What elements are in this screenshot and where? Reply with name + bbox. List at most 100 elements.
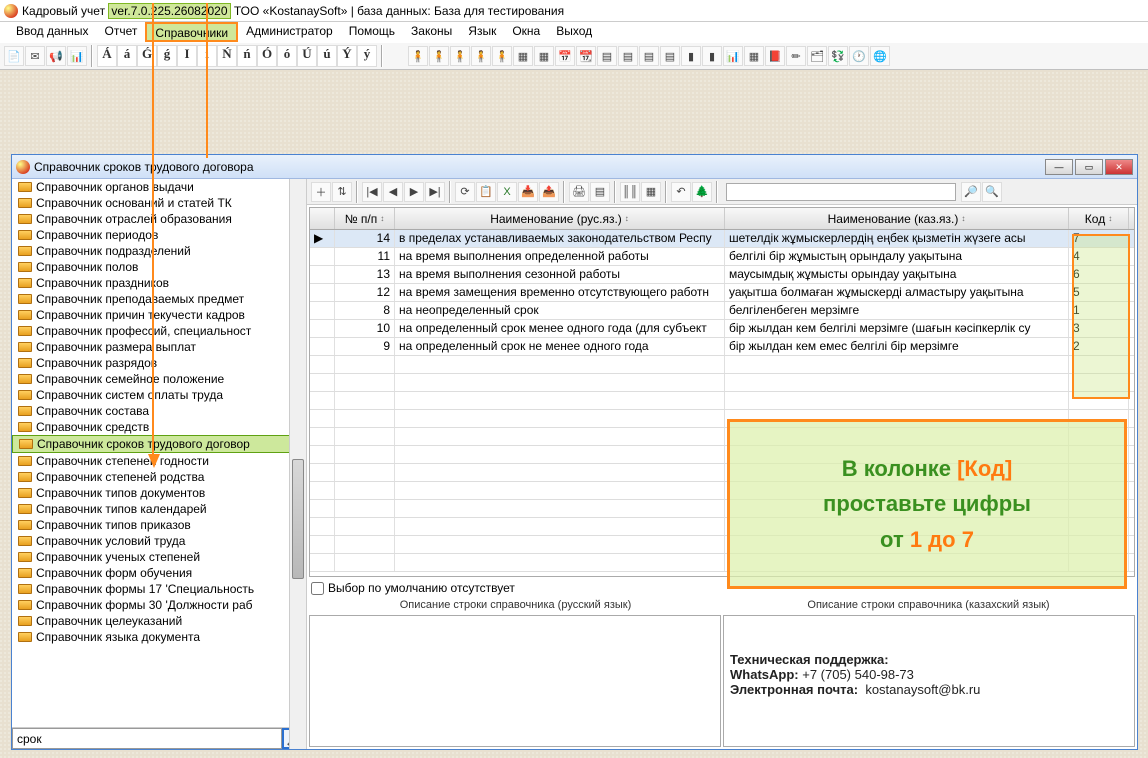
tree-item[interactable]: Справочник причин текучести кадров (12, 307, 306, 323)
tree-item[interactable]: Справочник формы 30 'Должности раб (12, 597, 306, 613)
tree-item[interactable]: Справочник оснований и статей ТК (12, 195, 306, 211)
toolbar-icon-18[interactable]: ✏ (786, 46, 806, 66)
maximize-button[interactable]: ▭ (1075, 159, 1103, 175)
menu-exit[interactable]: Выход (548, 22, 600, 42)
menu-help[interactable]: Помощь (341, 22, 403, 42)
tree-item[interactable]: Справочник средств (12, 419, 306, 435)
tree-item[interactable]: Справочник семейное положение (12, 371, 306, 387)
toolbar-icon-22[interactable]: 🌐 (870, 46, 890, 66)
menu-directories[interactable]: Справочники (145, 22, 238, 42)
find-icon[interactable]: 🔎 (961, 182, 981, 202)
toolbar-icon-11[interactable]: ▤ (639, 46, 659, 66)
copy-icon[interactable]: 📋 (476, 182, 496, 202)
table-row[interactable]: 10на определенный срок менее одного года… (310, 320, 1134, 338)
tree-item[interactable]: Справочник состава (12, 403, 306, 419)
toolbar-icon-3[interactable]: 🧍 (471, 46, 491, 66)
menu-admin[interactable]: Администратор (238, 22, 341, 42)
desc-kaz-box[interactable]: Техническая поддержка: WhatsApp: +7 (705… (723, 615, 1135, 747)
tree-item[interactable]: Справочник отраслей образования (12, 211, 306, 227)
menu-report[interactable]: Отчет (97, 22, 146, 42)
tree-item[interactable]: Справочник условий труда (12, 533, 306, 549)
toolbar-icon-21[interactable]: 🕐 (849, 46, 869, 66)
prev-icon[interactable]: ◀ (383, 182, 403, 202)
table-row[interactable]: 8на неопределенный срокбелгіленбеген мер… (310, 302, 1134, 320)
tree-item[interactable]: Справочник степеней родства (12, 469, 306, 485)
col-code[interactable]: Код↕ (1069, 208, 1129, 229)
toolbar-icon-10[interactable]: ▤ (618, 46, 638, 66)
tree-item[interactable]: Справочник полов (12, 259, 306, 275)
add-icon[interactable]: ＋ (311, 182, 331, 202)
char-Ǵ[interactable]: Ǵ (137, 45, 157, 67)
table-row[interactable]: 12на время замещения временно отсутствую… (310, 284, 1134, 302)
toolbar-icon-17[interactable]: 📕 (765, 46, 785, 66)
tree-scrollbar[interactable] (289, 179, 306, 749)
cell-code[interactable]: 1 (1069, 302, 1129, 319)
char-ı[interactable]: ı (197, 45, 217, 67)
char-Ń[interactable]: Ń (217, 45, 237, 67)
char-Á[interactable]: Á (97, 45, 117, 67)
toolbar-icon-14[interactable]: ▮ (702, 46, 722, 66)
tb-doc-icon[interactable]: 📄 (4, 46, 24, 66)
close-button[interactable]: ✕ (1105, 159, 1133, 175)
minimize-button[interactable]: — (1045, 159, 1073, 175)
menu-lang[interactable]: Язык (460, 22, 504, 42)
char-á[interactable]: á (117, 45, 137, 67)
toolbar-icon-4[interactable]: 🧍 (492, 46, 512, 66)
toolbar-icon-15[interactable]: 📊 (723, 46, 743, 66)
char-Ú[interactable]: Ú (297, 45, 317, 67)
menu-laws[interactable]: Законы (403, 22, 460, 42)
tree-item[interactable]: Справочник типов календарей (12, 501, 306, 517)
undo-icon[interactable]: ↶ (671, 182, 691, 202)
find-next-icon[interactable]: 🔍 (982, 182, 1002, 202)
table-row[interactable]: 13на время выполнения сезонной работымау… (310, 266, 1134, 284)
tb-stats-icon[interactable]: 📊 (67, 46, 87, 66)
print-icon[interactable]: 🖨 (569, 182, 589, 202)
default-checkbox[interactable] (311, 582, 324, 595)
first-icon[interactable]: |◀ (362, 182, 382, 202)
barcode-icon[interactable]: ║║ (620, 182, 640, 202)
filter-icon[interactable]: ▤ (590, 182, 610, 202)
tree-item[interactable]: Справочник сроков трудового договор (12, 435, 306, 453)
toolbar-icon-13[interactable]: ▮ (681, 46, 701, 66)
desc-rus-box[interactable] (309, 615, 721, 747)
tree-item[interactable]: Справочник формы 17 'Специальность (12, 581, 306, 597)
char-ń[interactable]: ń (237, 45, 257, 67)
toolbar-icon-5[interactable]: ▦ (513, 46, 533, 66)
char-Ý[interactable]: Ý (337, 45, 357, 67)
char-I[interactable]: I (177, 45, 197, 67)
toolbar-icon-0[interactable]: 🧍 (408, 46, 428, 66)
toolbar-icon-2[interactable]: 🧍 (450, 46, 470, 66)
table-row[interactable]: 11на время выполнения определенной работ… (310, 248, 1134, 266)
char-ý[interactable]: ý (357, 45, 377, 67)
tree-item[interactable]: Справочник преподаваемых предмет (12, 291, 306, 307)
tree-item[interactable]: Справочник разрядов (12, 355, 306, 371)
toolbar-icon-19[interactable]: 🗂 (807, 46, 827, 66)
export-icon[interactable]: 📤 (539, 182, 559, 202)
col-name-kaz[interactable]: Наименование (каз.яз.)↕ (725, 208, 1069, 229)
menu-input[interactable]: Ввод данных (8, 22, 97, 42)
tree-item[interactable]: Справочник языка документа (12, 629, 306, 645)
cell-code[interactable]: 2 (1069, 338, 1129, 355)
tb-mail-icon[interactable]: ✉ (25, 46, 45, 66)
toolbar-icon-8[interactable]: 📆 (576, 46, 596, 66)
tree-item[interactable]: Справочник периодов (12, 227, 306, 243)
col-number[interactable]: № п/п↕ (335, 208, 395, 229)
tree-item[interactable]: Справочник профессий, специальност (12, 323, 306, 339)
tree-item[interactable]: Справочник целеуказаний (12, 613, 306, 629)
directory-tree[interactable]: Справочник органов выдачиСправочник осно… (12, 179, 306, 727)
import-icon[interactable]: 📥 (518, 182, 538, 202)
cell-code[interactable]: 5 (1069, 284, 1129, 301)
tree-item[interactable]: Справочник подразделений (12, 243, 306, 259)
char-Ó[interactable]: Ó (257, 45, 277, 67)
toolbar-icon-20[interactable]: 💱 (828, 46, 848, 66)
cell-code[interactable]: 6 (1069, 266, 1129, 283)
table-row[interactable]: 9на определенный срок не менее одного го… (310, 338, 1134, 356)
table-row[interactable]: ▶14в пределах устанавливаемых законодате… (310, 230, 1134, 248)
grid-icon[interactable]: ▦ (641, 182, 661, 202)
toolbar-icon-6[interactable]: ▦ (534, 46, 554, 66)
menu-windows[interactable]: Окна (504, 22, 548, 42)
toolbar-icon-12[interactable]: ▤ (660, 46, 680, 66)
col-indicator[interactable] (310, 208, 335, 229)
tree-item[interactable]: Справочник праздников (12, 275, 306, 291)
tree-item[interactable]: Справочник степеней годности (12, 453, 306, 469)
